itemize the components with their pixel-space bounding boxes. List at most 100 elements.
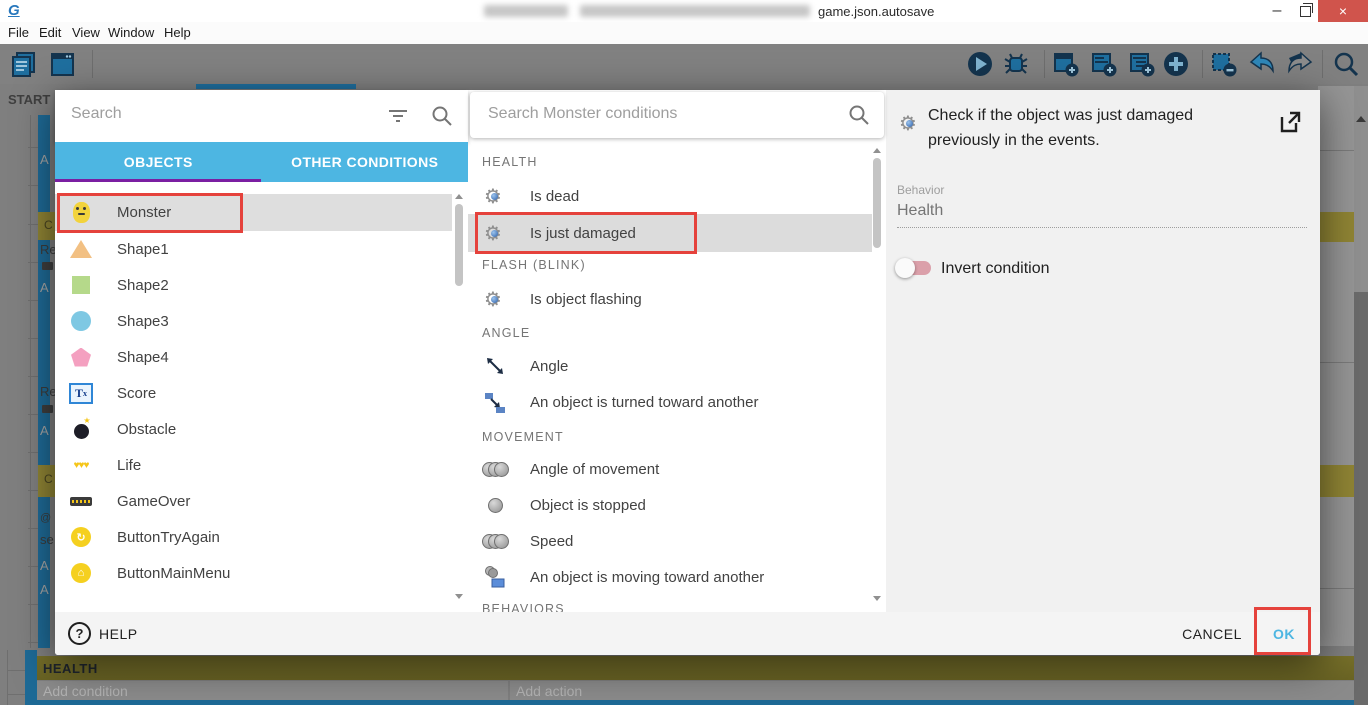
condition-row-angle-of-movement[interactable]: Angle of movement (468, 451, 872, 487)
condition-label: An object is moving toward another (530, 568, 765, 586)
movement-circles-icon (481, 461, 509, 477)
condition-row-angle[interactable]: Angle (468, 348, 872, 384)
double-arrow-icon (487, 358, 503, 374)
scene-editor-icon[interactable] (46, 48, 78, 80)
menu-window[interactable]: Window (108, 25, 154, 40)
debug-icon[interactable] (1000, 48, 1032, 80)
add-event-icon[interactable] (1050, 48, 1082, 80)
condition-search-bar (470, 92, 884, 138)
minimize-button[interactable]: – (1262, 0, 1292, 22)
choose-condition-dialog: OBJECTS OTHER CONDITIONS Monster Shape1 … (55, 90, 1320, 655)
object-row-buttonmainmenu[interactable]: ⌂ ButtonMainMenu (55, 555, 452, 591)
object-label: Shape2 (117, 276, 169, 294)
scroll-up-icon[interactable] (1356, 116, 1366, 122)
condition-row-is-dead[interactable]: Is dead (468, 178, 872, 214)
object-row-shape4[interactable]: Shape4 (55, 339, 452, 375)
condition-description: Check if the object was just damaged pre… (928, 107, 1194, 149)
object-row-obstacle[interactable]: Obstacle (55, 411, 452, 447)
redo-icon[interactable] (1284, 48, 1316, 80)
help-icon: ? (68, 622, 91, 645)
background-scrollbar-thumb[interactable] (1354, 292, 1368, 705)
game-over-icon (70, 496, 92, 506)
condition-row-is-object-flashing[interactable]: Is object flashing (468, 281, 872, 317)
undo-icon[interactable] (1246, 48, 1278, 80)
behavior-gear-icon (484, 288, 506, 310)
active-tab-underline (55, 179, 261, 182)
close-button[interactable]: × (1318, 0, 1368, 22)
menu-help[interactable]: Help (164, 25, 191, 40)
menu-edit[interactable]: Edit (39, 25, 61, 40)
comment-row (1318, 465, 1354, 497)
event-fragment: A (40, 152, 49, 167)
behavior-gear-icon (484, 185, 506, 207)
condition-detail-panel: Check if the object was just damaged pre… (886, 90, 1320, 612)
scroll-down-icon[interactable] (873, 596, 881, 601)
object-list-scrollbar[interactable] (455, 204, 463, 286)
object-row-shape1[interactable]: Shape1 (55, 231, 452, 267)
search-icon[interactable] (1330, 48, 1362, 80)
invert-condition-label: Invert condition (941, 260, 1050, 277)
object-row-shape2[interactable]: Shape2 (55, 267, 452, 303)
search-icon[interactable] (431, 105, 453, 127)
event-fragment: Re (40, 384, 55, 399)
event-icon: @ (40, 512, 52, 524)
behavior-field-value[interactable]: Health (897, 202, 943, 220)
condition-list-scrollbar[interactable] (873, 158, 881, 248)
remove-event-icon[interactable] (1208, 48, 1240, 80)
tab-objects[interactable]: OBJECTS (55, 142, 262, 182)
preview-play-icon[interactable] (964, 48, 996, 80)
object-row-life[interactable]: ♥♥♥ Life (55, 447, 452, 483)
project-manager-icon[interactable] (8, 48, 40, 80)
object-row-score[interactable]: Tx Score (55, 375, 452, 411)
refresh-button-icon: ↻ (71, 527, 91, 547)
help-button[interactable]: ? HELP (68, 622, 138, 645)
hearts-icon: ♥♥♥ (73, 459, 90, 471)
add-circle-icon[interactable] (1160, 48, 1192, 80)
cancel-button[interactable]: CANCEL (1173, 618, 1251, 650)
toolbar (0, 44, 1368, 84)
condition-row-object-is-stopped[interactable]: Object is stopped (468, 487, 872, 523)
object-search-bar (55, 90, 468, 142)
scroll-up-icon[interactable] (455, 194, 463, 199)
object-search-input[interactable] (69, 104, 373, 124)
title-bar: G game.json.autosave – × (0, 0, 1368, 23)
object-row-buttontryagain[interactable]: ↻ ButtonTryAgain (55, 519, 452, 555)
event-fragment: A (40, 423, 49, 438)
tab-other-conditions[interactable]: OTHER CONDITIONS (262, 142, 469, 182)
menu-file[interactable]: File (8, 25, 29, 40)
scene-tab-start[interactable]: START (8, 92, 50, 107)
search-icon[interactable] (848, 104, 870, 126)
menu-view[interactable]: View (72, 25, 100, 40)
object-row-shape3[interactable]: Shape3 (55, 303, 452, 339)
filter-icon[interactable] (387, 107, 409, 125)
object-row-gameover[interactable]: GameOver (55, 483, 452, 519)
object-label: ButtonMainMenu (117, 564, 231, 582)
restore-button[interactable] (1292, 0, 1318, 22)
add-condition-button[interactable]: Add condition (37, 681, 508, 700)
section-header-angle: ANGLE (482, 326, 531, 340)
open-in-new-icon[interactable] (1278, 110, 1302, 134)
add-subevent-icon[interactable] (1126, 48, 1158, 80)
scroll-down-icon[interactable] (455, 594, 463, 599)
event-fragment: Re (40, 242, 55, 257)
event-indent-bar (25, 650, 37, 705)
event-fragment: A (40, 582, 49, 597)
event-sheet-bottom-bar (37, 700, 1354, 705)
field-underline (897, 226, 1307, 228)
toolbar-separator (92, 50, 93, 78)
comment-row (1318, 212, 1354, 242)
toolbar-separator (1202, 50, 1203, 78)
condition-row-turned-toward[interactable]: An object is turned toward another (468, 384, 872, 420)
condition-row-moving-toward[interactable]: An object is moving toward another (468, 559, 872, 595)
add-action-button[interactable]: Add action (510, 681, 1354, 700)
object-label: Score (117, 384, 157, 402)
section-header-flash: FLASH (BLINK) (482, 258, 586, 272)
stopped-circle-icon (487, 497, 503, 513)
condition-search-input[interactable] (486, 104, 820, 124)
event-group-health[interactable]: HEALTH (37, 656, 1354, 680)
object-label: Shape4 (117, 348, 169, 366)
condition-row-speed[interactable]: Speed (468, 523, 872, 559)
invert-condition-toggle[interactable] (895, 258, 933, 278)
add-comment-icon[interactable] (1088, 48, 1120, 80)
scroll-up-icon[interactable] (873, 148, 881, 153)
